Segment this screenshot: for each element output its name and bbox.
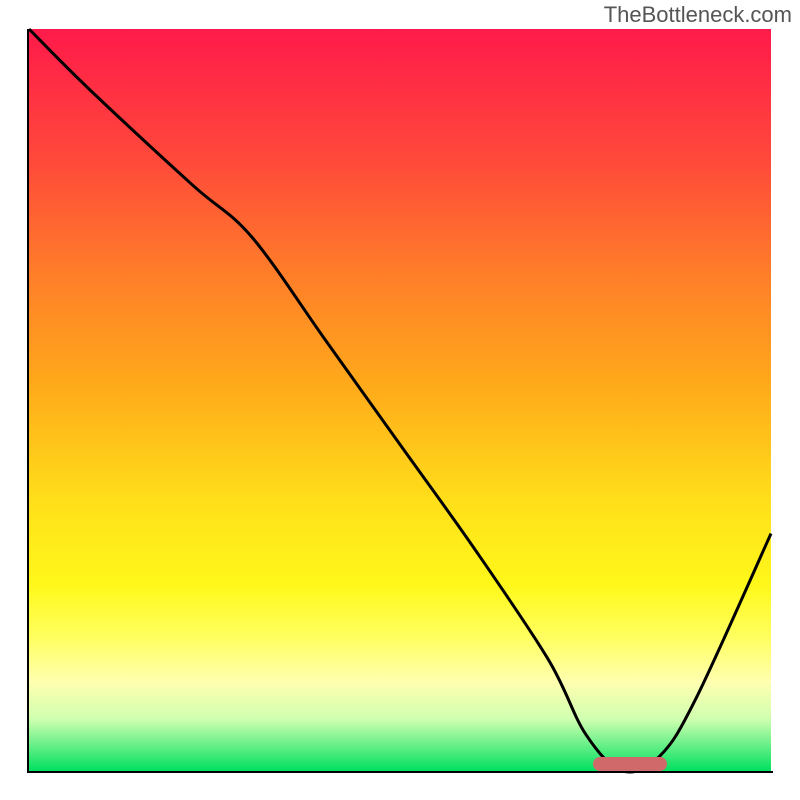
watermark-text: TheBottleneck.com [604, 2, 792, 28]
x-axis-line [27, 771, 773, 773]
bottleneck-curve-path [29, 29, 771, 772]
chart-container: TheBottleneck.com [0, 0, 800, 800]
curve-svg [29, 29, 771, 771]
y-axis-line [27, 29, 29, 773]
optimal-range-marker [593, 757, 667, 771]
